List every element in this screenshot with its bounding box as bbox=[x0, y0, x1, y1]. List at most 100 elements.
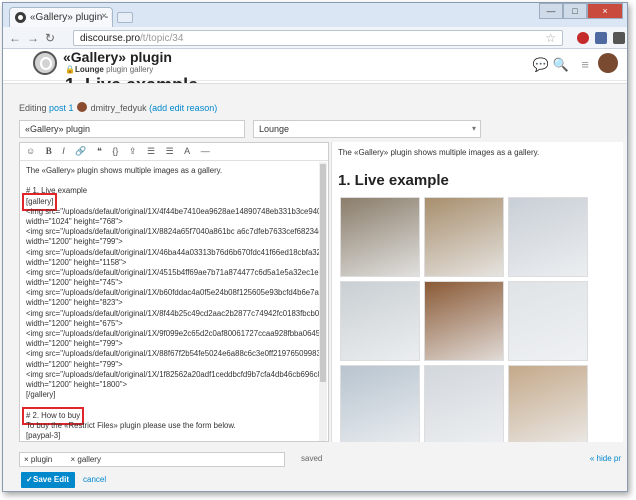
gallery-thumbnail[interactable] bbox=[340, 281, 420, 361]
numbered-list-button[interactable]: ☰ bbox=[166, 146, 174, 157]
topic-title[interactable]: «Gallery» plugin bbox=[63, 49, 172, 65]
text-line: width="1200" height="1800"> bbox=[26, 379, 128, 389]
gallery-thumbnail[interactable] bbox=[424, 281, 504, 361]
gallery-thumbnail[interactable] bbox=[424, 197, 504, 277]
text-line: <img src="/uploads/default/original/1X/4… bbox=[26, 206, 320, 216]
text-line: <img src="/uploads/default/original/1X/4… bbox=[26, 247, 320, 257]
user-avatar bbox=[77, 102, 88, 112]
url-input[interactable]: discourse.pro/t/topic/34 ☆ bbox=[73, 30, 563, 46]
cancel-link[interactable]: cancel bbox=[83, 475, 106, 484]
highlighted-tag: # 2. How to buy bbox=[21, 406, 85, 425]
save-edit-button[interactable]: ✓ Save Edit bbox=[21, 472, 75, 488]
user-avatar[interactable] bbox=[598, 53, 618, 73]
preview-heading: 1. Live example bbox=[338, 172, 449, 189]
window-controls: — □ × bbox=[539, 3, 623, 19]
hamburger-menu-icon[interactable]: ≡ bbox=[581, 57, 589, 72]
topic-category: 🔒Lounge plugin gallery bbox=[65, 65, 153, 74]
text-line: [paypal-3] bbox=[26, 430, 61, 440]
preview-pane: The «Gallery» plugin shows multiple imag… bbox=[331, 142, 627, 442]
category-badge[interactable]: Lounge bbox=[75, 65, 104, 74]
post-textarea[interactable]: The «Gallery» plugin shows multiple imag… bbox=[20, 162, 320, 441]
text-line: width="1200" height="1158"> bbox=[26, 257, 127, 267]
tag[interactable]: plugin bbox=[106, 65, 127, 74]
title-input[interactable]: «Gallery» plugin bbox=[19, 120, 245, 138]
text-line: width="1200" height="799"> bbox=[26, 359, 123, 369]
text-line: width="1200" height="799"> bbox=[26, 237, 123, 247]
text-line: width="1200" height="675"> bbox=[26, 318, 123, 328]
composer-panel: Editing post 1 dmitry_fedyuk (add edit r… bbox=[3, 83, 627, 491]
edit-reason-link[interactable]: (add edit reason) bbox=[149, 103, 217, 113]
tag[interactable]: gallery bbox=[130, 65, 154, 74]
tab-strip: «Gallery» plugin - Lounge × — □ × bbox=[3, 3, 627, 27]
gallery-thumbnail[interactable] bbox=[508, 197, 588, 277]
code-button[interactable]: {} bbox=[112, 146, 118, 156]
text-line: <img src="/uploads/default/original/1X/8… bbox=[26, 227, 320, 237]
editing-line: Editing post 1 dmitry_fedyuk (add edit r… bbox=[19, 102, 217, 113]
minimize-button[interactable]: — bbox=[539, 3, 563, 19]
text-line: [/gallery] bbox=[26, 390, 56, 400]
italic-button[interactable]: I bbox=[62, 146, 65, 156]
text-line: To buy the «Restrict Files» plugin pleas… bbox=[26, 420, 236, 430]
search-icon[interactable]: 🔍 bbox=[553, 57, 569, 73]
text-line: <img src="/uploads/default/original/1X/9… bbox=[26, 329, 320, 338]
tab-close-icon[interactable]: × bbox=[101, 11, 107, 22]
preview-intro: The «Gallery» plugin shows multiple imag… bbox=[338, 148, 540, 157]
rule-button[interactable]: — bbox=[201, 146, 210, 156]
editing-label: Editing bbox=[19, 103, 47, 113]
save-status: saved bbox=[301, 454, 323, 463]
browser-tab[interactable]: «Gallery» plugin - Lounge × bbox=[9, 7, 113, 27]
close-window-button[interactable]: × bbox=[587, 3, 623, 19]
link-button[interactable]: 🔗 bbox=[75, 146, 86, 157]
gallery-thumbnail[interactable] bbox=[508, 281, 588, 361]
gallery-thumbnail[interactable] bbox=[508, 365, 588, 442]
scrollbar-thumb[interactable] bbox=[320, 164, 326, 382]
text-line bbox=[26, 176, 314, 186]
upload-button[interactable]: ⇪ bbox=[129, 146, 137, 157]
text-line: width="1200" height="799"> bbox=[26, 339, 123, 349]
extension-icon[interactable] bbox=[577, 32, 589, 44]
bookmark-star-icon[interactable]: ☆ bbox=[545, 31, 556, 45]
gallery-thumbnail[interactable] bbox=[424, 365, 504, 442]
text-line: <img src="/uploads/default/original/1X/b… bbox=[26, 288, 320, 298]
username: dmitry_fedyuk bbox=[90, 103, 147, 113]
browser-menu-icon[interactable] bbox=[613, 32, 625, 44]
highlighted-tag: [gallery] bbox=[21, 192, 58, 211]
hide-preview-link[interactable]: « hide pr bbox=[590, 454, 621, 463]
bold-button[interactable]: B bbox=[46, 146, 52, 156]
reload-icon[interactable]: ↻ bbox=[45, 31, 55, 45]
lock-icon: 🔒 bbox=[65, 65, 75, 74]
emoji-button[interactable]: ☺ bbox=[26, 146, 35, 156]
forward-icon[interactable]: → bbox=[27, 31, 39, 45]
tag-chip[interactable]: × gallery bbox=[71, 455, 109, 464]
gallery-thumbnail[interactable] bbox=[340, 365, 420, 442]
text-line: # 1. Live example bbox=[26, 186, 88, 196]
post-link[interactable]: post 1 bbox=[49, 103, 74, 113]
tag-chip[interactable]: × plugin bbox=[24, 455, 60, 464]
tags-input[interactable]: × plugin × gallery bbox=[19, 452, 285, 467]
text-line: # 2. How to buy bbox=[21, 406, 314, 425]
preview-scrollbar[interactable] bbox=[623, 142, 627, 442]
text-line: The «Gallery» plugin shows multiple imag… bbox=[26, 166, 223, 175]
editor-toolbar: ☺ B I 🔗 ❝ {} ⇪ ☰ ☰ A — bbox=[20, 143, 328, 161]
url-path: /t/topic/34 bbox=[140, 33, 184, 44]
maximize-button[interactable]: □ bbox=[563, 3, 587, 19]
check-icon: ✓ bbox=[26, 475, 33, 484]
text-line bbox=[26, 400, 314, 410]
bullet-list-button[interactable]: ☰ bbox=[147, 146, 155, 157]
category-select[interactable]: Lounge bbox=[253, 120, 481, 138]
url-host: discourse.pro bbox=[80, 33, 141, 44]
font-button[interactable]: A bbox=[184, 146, 190, 156]
discourse-favicon-icon bbox=[15, 12, 26, 23]
address-bar-row: ← → ↻ discourse.pro/t/topic/34 ☆ bbox=[3, 27, 627, 49]
extension-icon[interactable] bbox=[595, 32, 607, 44]
browser-window: «Gallery» plugin - Lounge × — □ × ← → ↻ … bbox=[2, 2, 628, 492]
gallery-thumbnail[interactable] bbox=[340, 197, 420, 277]
back-icon[interactable]: ← bbox=[9, 31, 21, 45]
editor-scrollbar[interactable] bbox=[319, 162, 327, 441]
quote-button[interactable]: ❝ bbox=[97, 146, 102, 157]
text-line: <img src="/uploads/default/original/1X/8… bbox=[26, 349, 320, 359]
chat-icon[interactable]: 💬 bbox=[533, 57, 549, 73]
gallery-grid bbox=[340, 197, 604, 442]
new-tab-button[interactable] bbox=[117, 12, 133, 23]
site-logo[interactable] bbox=[33, 51, 57, 75]
